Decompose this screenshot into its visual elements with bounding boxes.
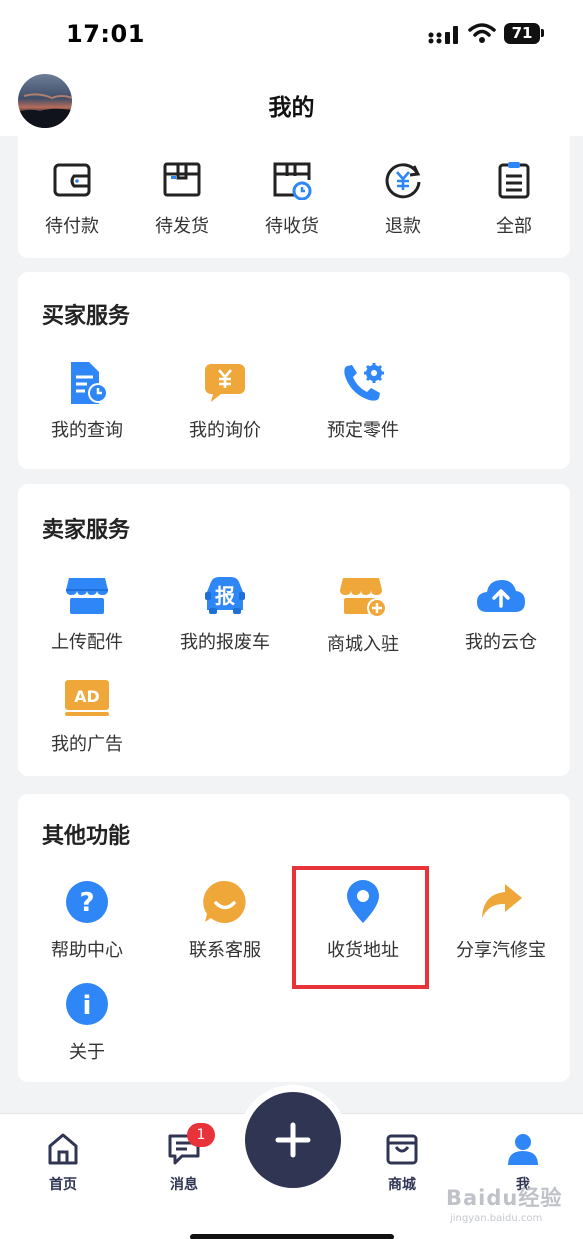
cellular-signal-icon (428, 26, 458, 44)
status-time: 17:01 (66, 20, 145, 48)
shopping-bag-icon (386, 1134, 418, 1165)
scrap-car-glyph: 报 (215, 584, 235, 608)
yuan-chat-icon (205, 364, 245, 402)
buyer-my-inquiries[interactable]: 我的询价 (156, 362, 294, 442)
plus-icon (275, 1122, 311, 1158)
tab-label: 商城 (388, 1177, 416, 1193)
seller-my-ads[interactable]: AD 我的广告 (18, 678, 156, 756)
help-glyph: ? (79, 888, 94, 918)
buyer-reserve-parts[interactable]: 预定零件 (294, 362, 432, 442)
other-item-label: 关于 (69, 1042, 105, 1063)
tab-home[interactable]: 首页 (23, 1132, 103, 1194)
package-icon (163, 162, 201, 197)
order-all[interactable]: 全部 (445, 160, 583, 238)
home-indicator (190, 1234, 394, 1239)
other-functions-title: 其他功能 (42, 824, 131, 849)
info-icon: i (66, 983, 108, 1025)
buyer-item-label: 我的查询 (51, 420, 123, 441)
seller-services-title: 卖家服务 (42, 518, 131, 543)
store-add-icon (340, 578, 387, 618)
status-bar: 17:01 71 (0, 0, 583, 68)
seller-item-label: 我的广告 (51, 734, 123, 755)
battery-tip (541, 29, 544, 37)
chat-smile-icon (203, 880, 246, 923)
seller-scrap-cars[interactable]: 报 我的报废车 (156, 576, 294, 654)
clipboard-list-icon (498, 162, 530, 199)
share-arrow-icon (482, 884, 522, 918)
buyer-services-card: 买家服务 我的查询 我的询价 预定零件 (18, 272, 570, 469)
watermark-url: jingyan.baidu.com (450, 1213, 543, 1224)
tab-label: 消息 (170, 1177, 198, 1193)
ad-icon: AD (65, 680, 109, 716)
buyer-services-title: 买家服务 (42, 304, 131, 329)
scrap-car-icon: 报 (205, 577, 245, 614)
buyer-item-label: 我的询价 (189, 420, 261, 441)
orders-card: 待付款 待发货 待收货 退款 全部 (18, 136, 570, 258)
other-about[interactable]: i 关于 (18, 982, 156, 1064)
wifi-icon (468, 23, 496, 43)
seller-mall-join[interactable]: 商城入驻 (294, 576, 432, 656)
other-item-label: 分享汽修宝 (456, 940, 546, 961)
user-icon (508, 1134, 538, 1165)
help-icon: ? (66, 881, 108, 923)
highlight-box (292, 866, 429, 989)
ad-glyph: AD (74, 687, 100, 706)
seller-item-label: 我的报废车 (180, 632, 270, 653)
message-badge: 1 (187, 1123, 215, 1147)
other-item-label: 帮助中心 (51, 940, 123, 961)
cloud-upload-icon (477, 580, 525, 612)
seller-services-card: 卖家服务 上传配件 报 我的报废车 商城入驻 我的云仓 AD 我的广告 (18, 484, 570, 776)
other-contact-support[interactable]: 联系客服 (156, 880, 294, 962)
wallet-icon (53, 163, 91, 197)
info-glyph: i (83, 991, 92, 1021)
order-label: 全部 (496, 216, 532, 237)
seller-item-label: 上传配件 (51, 632, 123, 653)
add-button[interactable] (245, 1092, 341, 1188)
buyer-item-label: 预定零件 (327, 420, 399, 441)
battery-indicator: 71 (504, 23, 540, 44)
phone-gear-icon (344, 363, 384, 401)
seller-item-label: 我的云仓 (465, 632, 537, 653)
delivery-clock-icon (273, 162, 312, 200)
tab-label: 首页 (49, 1177, 77, 1193)
document-clock-icon (71, 362, 108, 404)
store-icon (66, 578, 108, 614)
seller-cloud-warehouse[interactable]: 我的云仓 (432, 576, 570, 654)
other-share-app[interactable]: 分享汽修宝 (432, 880, 570, 962)
buyer-my-queries[interactable]: 我的查询 (18, 362, 156, 442)
other-help-center[interactable]: ? 帮助中心 (18, 880, 156, 962)
watermark-brand: Baidu经验 (446, 1186, 563, 1210)
header: 我的 (0, 68, 583, 136)
other-item-label: 联系客服 (189, 940, 261, 961)
refund-icon (385, 163, 421, 199)
home-icon (48, 1133, 78, 1165)
seller-item-label: 商城入驻 (327, 634, 399, 655)
tab-mall[interactable]: 商城 (362, 1132, 442, 1194)
page-title: 我的 (268, 95, 315, 121)
seller-upload-parts[interactable]: 上传配件 (18, 576, 156, 654)
